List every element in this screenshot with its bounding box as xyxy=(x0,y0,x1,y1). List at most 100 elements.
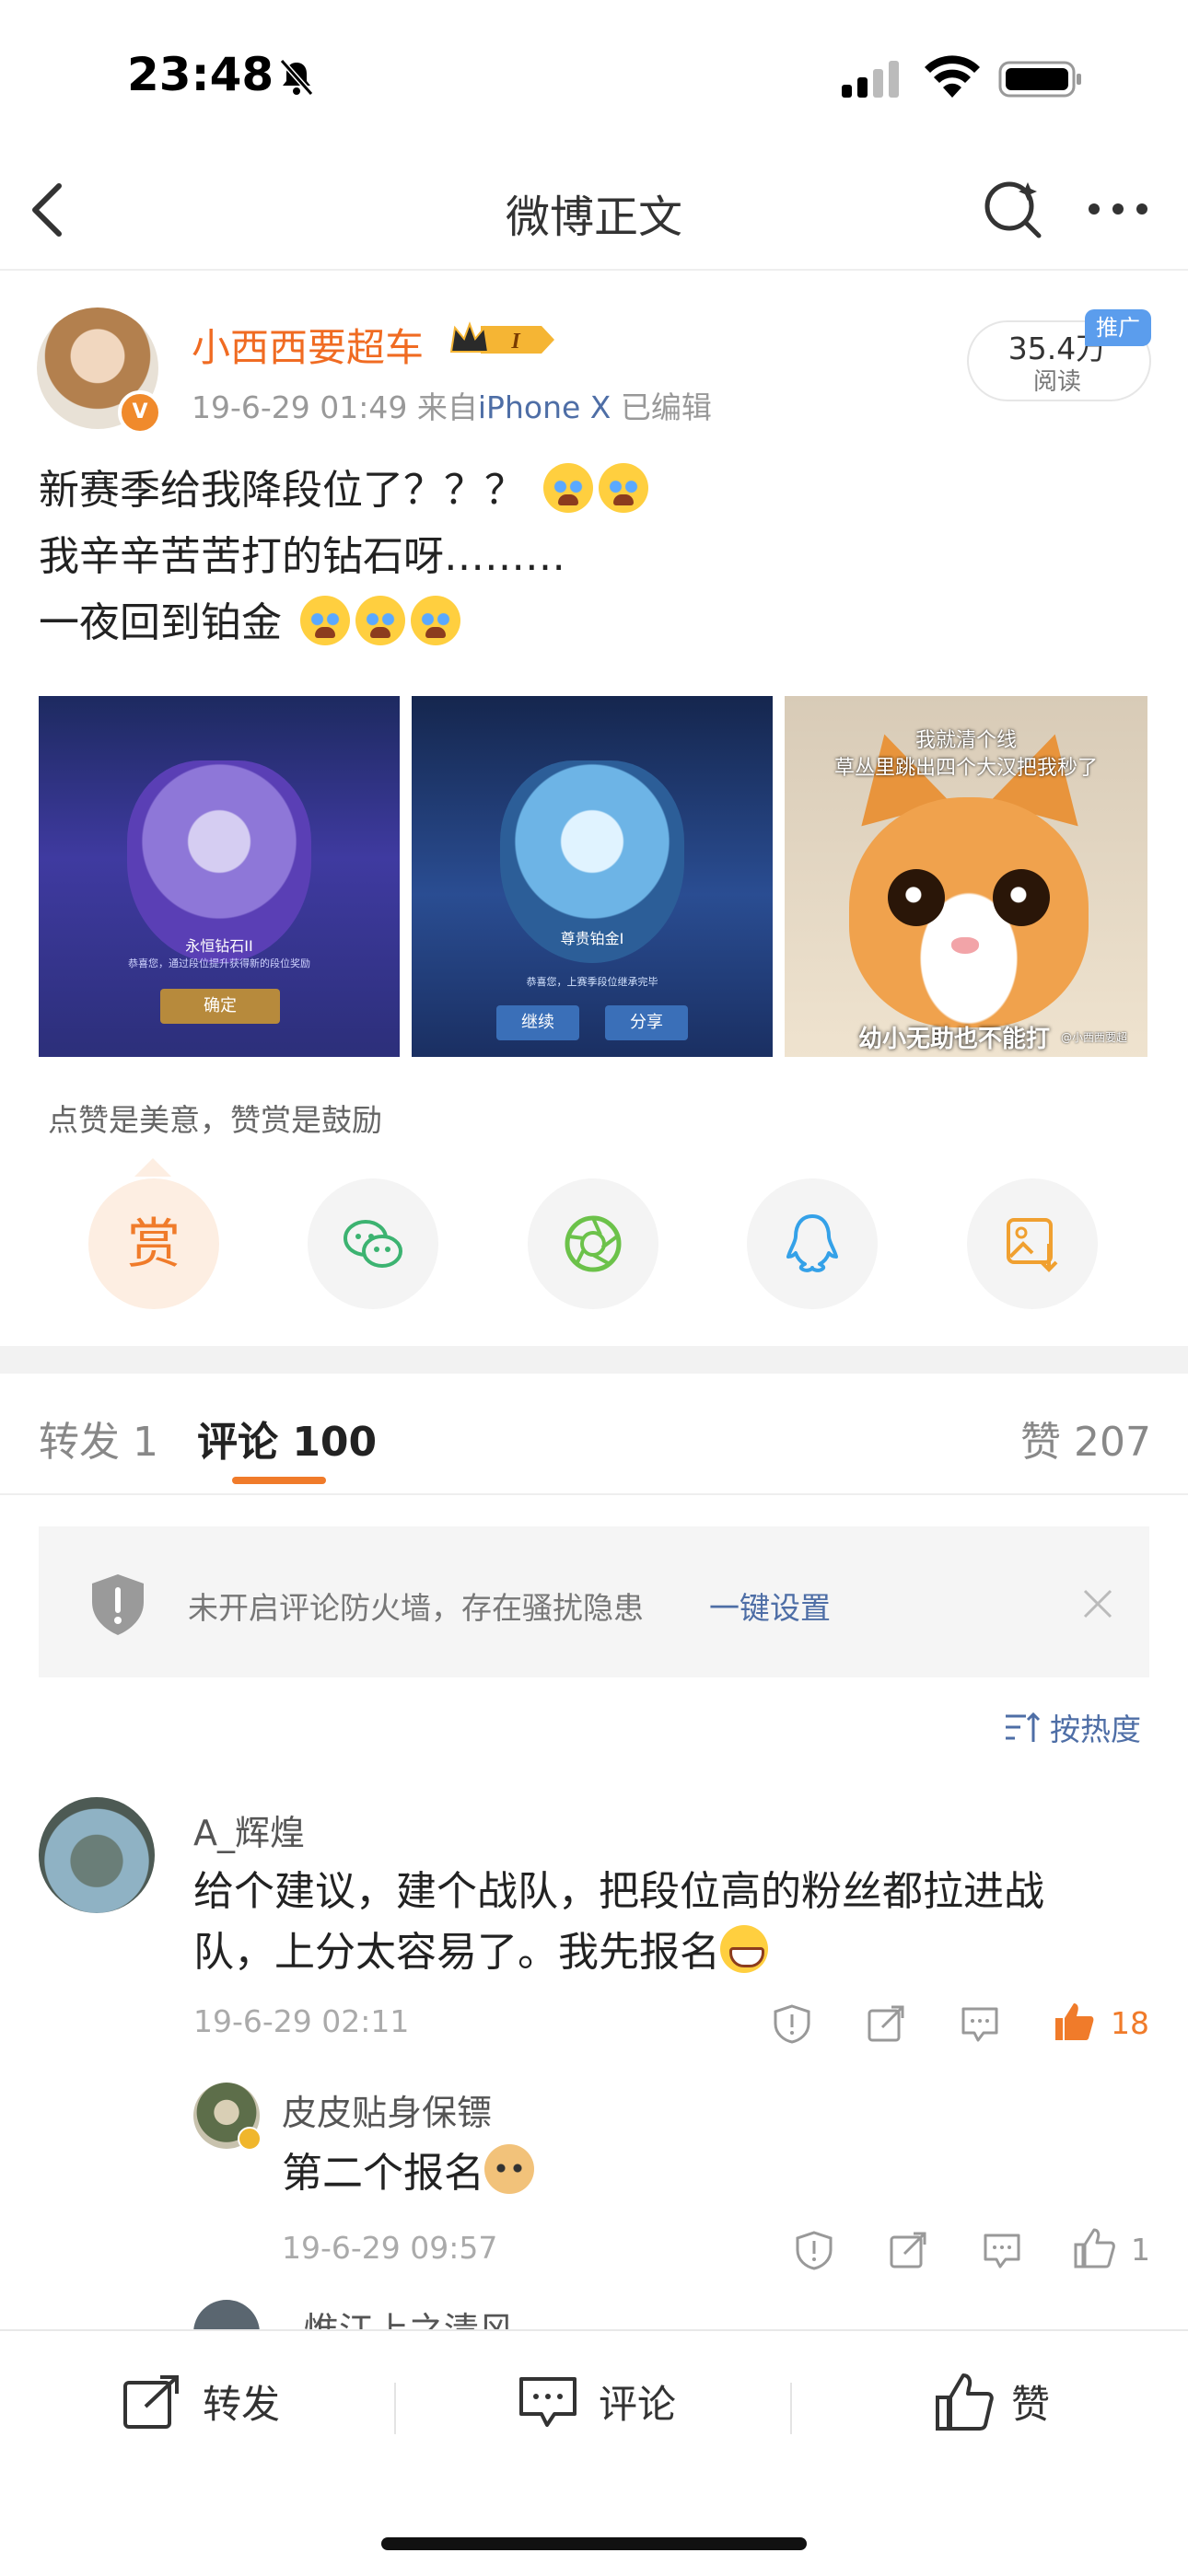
sort-by-hot-button[interactable]: 按热度 xyxy=(1050,1705,1141,1749)
moments-aperture-icon xyxy=(565,1215,622,1272)
image2-continue-button: 继续 xyxy=(496,1005,579,1040)
image2-caption: 尊贵铂金I xyxy=(560,930,624,947)
reply-author-name[interactable]: 皮皮贴身保镖 xyxy=(282,2084,492,2135)
more-options-icon[interactable] xyxy=(1085,195,1151,223)
tabs-divider xyxy=(0,1493,1188,1495)
image2-subtext: 恭喜您，上赛季段位继承完毕 xyxy=(526,976,658,988)
meme-top-line-2: 草丛里跳出四个大汉把我秒了 xyxy=(833,757,1098,780)
tab-comments[interactable]: 评论 100 xyxy=(197,1409,377,1468)
image2-share-button: 分享 xyxy=(605,1005,688,1040)
cat-eye xyxy=(993,869,1050,926)
cellular-signal-icon xyxy=(842,61,899,98)
cat-nose xyxy=(951,937,979,954)
comment-text-line-1: 给个建议，建个战队，把段位高的粉丝都拉进战 xyxy=(193,1868,1044,1915)
firewall-text: 未开启评论防火墙，存在骚扰隐患 xyxy=(188,1590,644,1626)
crying-emoji-icon xyxy=(411,596,460,645)
report-icon[interactable] xyxy=(772,2003,812,2044)
doge-emoji-icon xyxy=(484,2144,534,2194)
home-indicator xyxy=(381,2537,807,2550)
reply-text: 第二个报名 xyxy=(282,2143,534,2204)
meme-watermark: @小西西要超 xyxy=(1061,1031,1128,1044)
section-gap xyxy=(0,1346,1188,1374)
crying-emoji-icon xyxy=(300,596,350,645)
wifi-icon xyxy=(925,55,980,98)
post-image-diamond-rank[interactable]: 永恒钻石II 恭喜您，通过段位提升获得新的段位奖励 确定 xyxy=(39,696,400,1057)
image1-subtext: 恭喜您，通过段位提升获得新的段位奖励 xyxy=(128,957,310,969)
sort-icon[interactable] xyxy=(1004,1711,1041,1744)
crying-emoji-icon xyxy=(599,463,648,513)
verified-badge-icon xyxy=(238,2127,262,2151)
active-tab-underline xyxy=(232,1477,326,1484)
forward-icon[interactable] xyxy=(888,2230,928,2270)
cat-face xyxy=(849,797,1089,1027)
repost-icon[interactable] xyxy=(122,2372,182,2432)
share-qq-button[interactable] xyxy=(747,1178,878,1309)
reply-time: 19-6-29 09:57 xyxy=(282,2230,498,2266)
share-wechat-button[interactable] xyxy=(308,1178,438,1309)
reply-like-count: 1 xyxy=(1131,2232,1150,2268)
like-thumbs-up-icon[interactable] xyxy=(934,2372,995,2432)
hint-pointer xyxy=(134,1158,171,1177)
diamond-rank-emblem xyxy=(127,760,311,963)
post-image-cat-meme[interactable]: 我就清个线 草丛里跳出四个大汉把我秒了 幼小无助也不能打 @小西西要超 xyxy=(785,696,1147,1057)
comment-button[interactable]: 评论 xyxy=(599,2373,676,2430)
bar-divider xyxy=(790,2383,792,2434)
save-image-icon xyxy=(1007,1218,1058,1272)
image1-caption: 永恒钻石II xyxy=(185,937,253,955)
post-text-3: 一夜回到铂金 xyxy=(39,599,282,646)
bar-divider xyxy=(394,2383,396,2434)
commenter-avatar[interactable] xyxy=(39,1797,155,1913)
tab-repost[interactable]: 转发 1 xyxy=(39,1409,158,1468)
meme-top-line-1: 我就清个线 xyxy=(914,729,1017,752)
author-name[interactable]: 小西西要超车 xyxy=(192,317,424,373)
post-image-platinum-rank[interactable]: 尊贵铂金I 恭喜您，上赛季段位继承完毕 继续 分享 xyxy=(412,696,773,1057)
share-moments-button[interactable] xyxy=(528,1178,658,1309)
post-date: 19-6-29 01:49 xyxy=(192,389,408,425)
post-meta: 19-6-29 01:49 来自iPhone X 已编辑 xyxy=(192,383,712,427)
edited-label[interactable]: 已编辑 xyxy=(621,389,712,425)
comment-icon[interactable] xyxy=(518,2372,578,2432)
promote-tag[interactable]: 推广 xyxy=(1085,309,1151,346)
mute-bell-icon xyxy=(279,59,314,96)
status-time: 23:48 xyxy=(127,48,274,101)
reward-hint: 点赞是美意，赞赏是鼓励 xyxy=(48,1102,382,1138)
nav-divider xyxy=(0,269,1188,271)
reply-icon[interactable] xyxy=(982,2230,1022,2270)
cat-eye xyxy=(888,869,945,926)
close-icon[interactable] xyxy=(1079,1585,1116,1622)
like-button[interactable]: 赞 xyxy=(1011,2373,1050,2430)
reply-icon[interactable] xyxy=(960,2003,1000,2044)
comment-text-line-2: 队，上分太容易了。我先报名 xyxy=(193,1922,768,1983)
qq-penguin-icon xyxy=(786,1214,838,1272)
thumbs-up-liked-icon[interactable] xyxy=(1052,2000,1096,2044)
repost-button[interactable]: 转发 xyxy=(203,2373,280,2430)
reward-label: 赏 xyxy=(126,1213,181,1275)
reads-label: 阅读 xyxy=(1032,368,1081,396)
post-text-1: 新赛季给我降段位了？？？ xyxy=(39,467,525,514)
forward-icon[interactable] xyxy=(866,2003,906,2044)
crying-emoji-icon xyxy=(543,463,593,513)
tab-likes[interactable]: 赞 207 xyxy=(1020,1409,1151,1468)
search-icon[interactable] xyxy=(980,175,1044,239)
wechat-icon xyxy=(344,1220,402,1268)
save-image-button[interactable] xyxy=(967,1178,1098,1309)
post-source-link[interactable]: iPhone X xyxy=(478,389,611,425)
one-click-setup-link[interactable]: 一键设置 xyxy=(709,1584,831,1628)
battery-icon xyxy=(998,61,1081,98)
comment-time: 19-6-29 02:11 xyxy=(193,2003,410,2039)
report-icon[interactable] xyxy=(794,2230,834,2270)
post-text-line-3: 一夜回到铂金 xyxy=(39,589,460,648)
vip-crown-badge-icon[interactable]: I xyxy=(449,319,556,361)
comment-like-count: 18 xyxy=(1111,2005,1149,2041)
thumbs-up-icon[interactable] xyxy=(1072,2226,1116,2270)
verified-badge-icon: V xyxy=(118,390,162,435)
vip-level-text: I xyxy=(510,330,521,354)
reply-text-content: 第二个报名 xyxy=(282,2150,484,2197)
image1-confirm-button: 确定 xyxy=(160,989,280,1024)
post-text-line-2: 我辛辛苦苦打的钻石呀……… xyxy=(39,533,565,580)
commenter-name[interactable]: A_辉煌 xyxy=(193,1804,305,1855)
crying-emoji-icon xyxy=(355,596,405,645)
source-prefix: 来自 xyxy=(416,389,478,425)
comment-text-2: 队，上分太容易了。我先报名 xyxy=(193,1929,720,1976)
grin-emoji-icon xyxy=(720,1925,768,1973)
